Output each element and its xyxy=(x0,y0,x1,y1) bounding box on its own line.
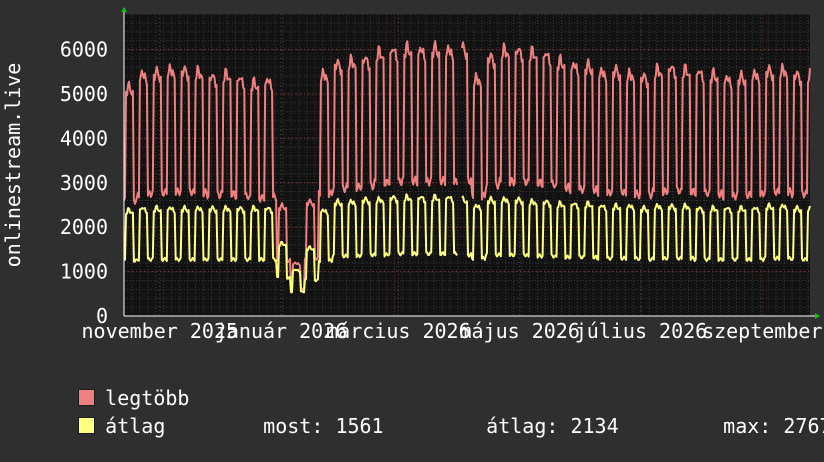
stat-now-label: most: xyxy=(263,414,324,438)
stat-average-value: 2134 xyxy=(570,414,619,438)
x-tick-label: május 2026 xyxy=(459,319,579,343)
y-tick-label: 5000 xyxy=(60,82,108,106)
stat-max-label: max: xyxy=(723,414,772,438)
legend-swatch-avg xyxy=(78,417,96,434)
y-tick-label: 2000 xyxy=(60,215,108,239)
chart: 0 1000 2000 3000 4000 5000 6000 november 2025 ja… xyxy=(0,0,824,438)
stat-max: max: 2767 xyxy=(675,390,824,462)
y-axis-arrow xyxy=(121,7,127,12)
y-axis-label: onlinestream.live xyxy=(1,63,25,268)
x-tick-label: július 2026 xyxy=(575,319,707,343)
stat-now-value: 1561 xyxy=(335,414,384,438)
y-tick-label: 3000 xyxy=(60,171,108,195)
y-tick-label: 4000 xyxy=(60,126,108,150)
stat-now: most: 1561 xyxy=(215,390,384,462)
x-tick-label: március 2026 xyxy=(326,319,471,343)
legend-item-avg: átlag xyxy=(30,390,165,462)
y-tick-label: 1000 xyxy=(60,260,108,284)
stat-average-label: átlag: xyxy=(486,414,559,438)
x-tick-label: szeptember xyxy=(702,319,822,343)
stat-max-value: 2767 xyxy=(783,414,824,438)
legend-label-avg: átlag xyxy=(105,414,166,438)
y-tick-label: 6000 xyxy=(60,38,108,62)
stat-average: átlag: 2134 xyxy=(438,390,619,462)
